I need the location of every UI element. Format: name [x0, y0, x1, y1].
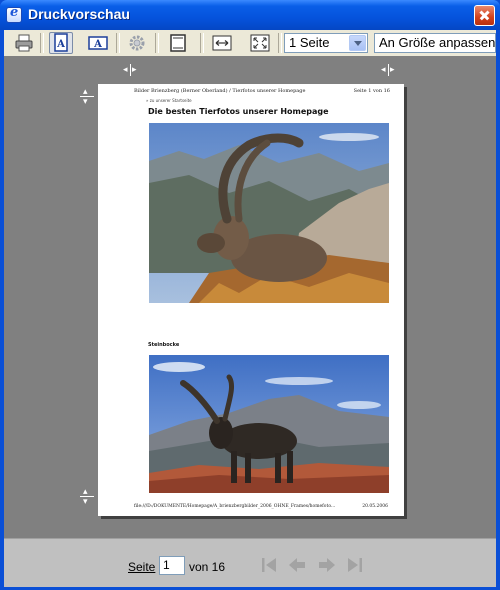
page-footer-date: 20.05.2006 [362, 504, 388, 509]
portrait-page-icon: A [54, 33, 68, 52]
chevron-down-icon[interactable] [349, 35, 366, 51]
pages-per-view-select[interactable]: 1 Seite [284, 33, 368, 53]
header-footer-icon [170, 34, 186, 52]
title-bar[interactable]: Druckvorschau [0, 0, 500, 30]
page-title: Die besten Tierfotos unserer Homepage [148, 107, 329, 116]
next-page-icon[interactable] [316, 554, 338, 576]
full-width-button[interactable] [210, 32, 234, 54]
page-header-number: Seite 1 von 16 [353, 88, 390, 94]
toolbar-separator [40, 33, 44, 53]
printer-icon [15, 34, 33, 52]
zoom-value: An Größe anpassen [379, 35, 496, 50]
print-button[interactable] [12, 32, 36, 54]
page-footer-url: file:///D:/DOKUMENTE/Homepage/A_brienzbe… [134, 504, 336, 509]
page-label: Seite [128, 560, 156, 574]
photo-caption: Steinbocke [148, 342, 180, 348]
ibex-photo-1 [149, 123, 389, 303]
toolbar-separator [278, 33, 282, 53]
ibex-photo-2 [149, 355, 389, 493]
page-header-title: Bilder Brienzberg (Berner Oberland) / Ti… [134, 88, 306, 94]
toolbar: A A 1 Seite An Größe anpassen [4, 30, 496, 56]
previous-page-icon[interactable] [286, 554, 308, 576]
gear-icon [129, 35, 145, 51]
full-page-icon [250, 34, 270, 52]
portrait-button[interactable]: A [49, 32, 73, 54]
top-margin-handle[interactable]: ▴ ▾ [80, 88, 94, 107]
page-number-input[interactable]: 1 [159, 556, 185, 575]
first-page-icon[interactable] [258, 554, 280, 576]
left-margin-handle[interactable]: ◂ ▸ [122, 64, 140, 76]
right-margin-handle[interactable]: ◂ ▸ [380, 64, 398, 76]
pages-per-view-value: 1 Seite [289, 35, 330, 50]
close-button[interactable] [474, 5, 495, 26]
window-title: Druckvorschau [28, 6, 130, 22]
full-width-icon [212, 35, 232, 51]
preview-page: Bilder Brienzberg (Berner Oberland) / Ti… [98, 84, 404, 516]
landscape-page-icon: A [88, 36, 108, 50]
last-page-icon[interactable] [344, 554, 366, 576]
svg-text:A: A [93, 39, 102, 50]
page-navigation-bar: Seite 1 von 16 [4, 538, 496, 587]
client-area: A A 1 Seite An Größe anpassen ◂ ▸ ◂ ▸ ▴ … [4, 30, 496, 587]
preview-area: ◂ ▸ ◂ ▸ ▴ ▾ ▴ ▾ Bilder Brienzberg (Berner Ob… [4, 56, 496, 538]
print-preview-window: Druckvorschau A [0, 0, 500, 590]
svg-text:A: A [56, 39, 65, 50]
toolbar-separator [155, 33, 159, 53]
landscape-button[interactable]: A [86, 32, 110, 54]
zoom-select[interactable]: An Größe anpassen [374, 33, 496, 53]
full-page-button[interactable] [248, 32, 272, 54]
internet-explorer-icon [6, 5, 22, 23]
header-footer-button[interactable] [166, 32, 190, 54]
page-breadcrumb: » zu unserer Startseite [146, 98, 192, 103]
toolbar-separator [116, 33, 120, 53]
toolbar-separator [200, 33, 204, 53]
page-setup-button[interactable] [125, 32, 149, 54]
bottom-margin-handle[interactable]: ▴ ▾ [80, 488, 94, 507]
page-count-label: von 16 [189, 560, 226, 574]
